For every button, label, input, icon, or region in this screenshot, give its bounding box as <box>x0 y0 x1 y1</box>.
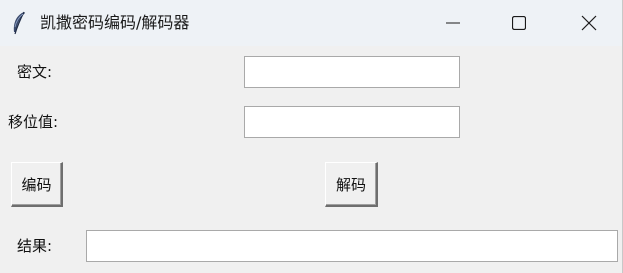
close-button[interactable] <box>556 0 622 46</box>
maximize-button[interactable] <box>486 0 552 46</box>
shift-input[interactable] <box>244 106 460 138</box>
maximize-icon <box>512 16 526 30</box>
result-output[interactable] <box>86 230 618 262</box>
encode-button[interactable]: 编码 <box>11 162 63 207</box>
feather-icon <box>13 11 25 35</box>
result-label: 结果: <box>17 237 53 255</box>
title-bar[interactable]: 凯撒密码编码/解码器 <box>0 0 622 46</box>
window-title: 凯撒密码编码/解码器 <box>40 13 190 32</box>
app-window: 凯撒密码编码/解码器 密文: 移位值: 编码 解码 结果: <box>0 0 623 273</box>
ciphertext-input[interactable] <box>244 56 460 88</box>
minimize-icon <box>446 22 460 24</box>
ciphertext-label: 密文: <box>17 63 53 81</box>
decode-button[interactable]: 解码 <box>325 162 378 207</box>
minimize-button[interactable] <box>420 0 486 46</box>
shift-label: 移位值: <box>8 113 59 131</box>
close-icon <box>581 15 597 31</box>
